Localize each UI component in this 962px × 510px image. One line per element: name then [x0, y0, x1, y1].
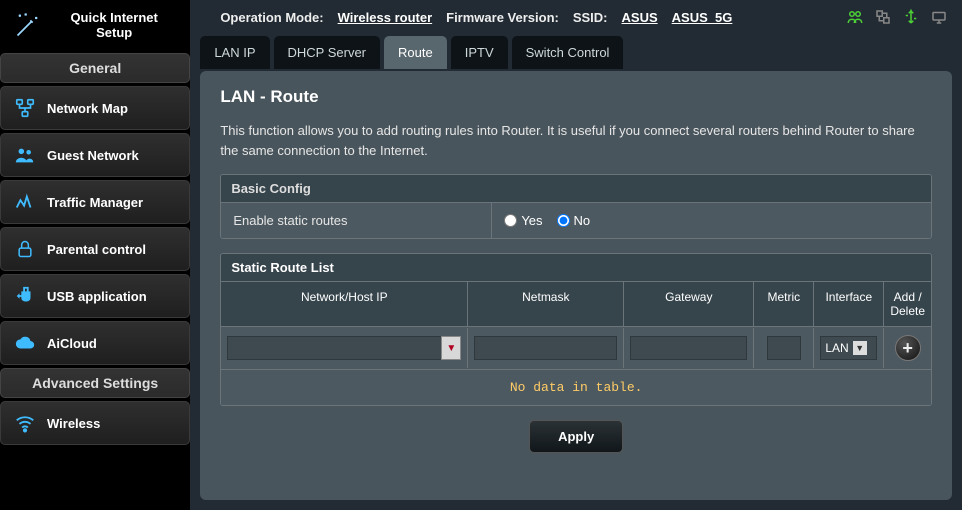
- parental-control-icon: [13, 237, 37, 261]
- enable-static-routes-no[interactable]: No: [557, 213, 591, 228]
- fw-version-label: Firmware Version:: [446, 10, 559, 25]
- netmask-input[interactable]: [474, 336, 617, 360]
- wand-icon: [14, 11, 42, 39]
- network-host-ip-input[interactable]: [227, 336, 441, 360]
- sidebar-item-label: Traffic Manager: [47, 195, 143, 210]
- static-route-header: Static Route List: [221, 254, 931, 281]
- network-host-ip-dropdown[interactable]: ▼: [441, 336, 461, 360]
- usb-status-icon[interactable]: [902, 8, 920, 26]
- page-title: LAN - Route: [220, 87, 932, 107]
- basic-config-header: Basic Config: [221, 175, 931, 202]
- ssid-1[interactable]: ASUS: [622, 10, 658, 25]
- col-network-host-ip: Network/Host IP: [221, 282, 468, 326]
- col-metric: Metric: [754, 282, 814, 326]
- apply-button[interactable]: Apply: [529, 420, 623, 453]
- col-netmask: Netmask: [468, 282, 624, 326]
- wan-status-icon[interactable]: [874, 8, 892, 26]
- sidebar-item-label: Wireless: [47, 416, 100, 431]
- col-add-delete: Add / Delete: [884, 282, 931, 326]
- chevron-down-icon: ▼: [853, 341, 867, 355]
- sidebar-item-label: AiCloud: [47, 336, 97, 351]
- sidebar-item-label: USB application: [47, 289, 147, 304]
- aicloud-icon: [13, 331, 37, 355]
- basic-config-section: Basic Config Enable static routes Yes No: [220, 174, 932, 239]
- col-interface: Interface: [814, 282, 884, 326]
- sidebar-section-general: General: [0, 53, 190, 83]
- sidebar-item-guest-network[interactable]: Guest Network: [0, 133, 190, 177]
- sidebar-item-parental-control[interactable]: Parental control: [0, 227, 190, 271]
- network-map-icon: [13, 96, 37, 120]
- guest-network-icon: [13, 143, 37, 167]
- quick-internet-setup[interactable]: Quick Internet Setup: [0, 0, 190, 50]
- sidebar-item-traffic-manager[interactable]: Traffic Manager: [0, 180, 190, 224]
- static-route-table: Static Route List Network/Host IP Netmas…: [220, 253, 932, 406]
- tab-lan-ip[interactable]: LAN IP: [200, 36, 269, 69]
- tabs: LAN IP DHCP Server Route IPTV Switch Con…: [190, 36, 962, 69]
- system-status-icon[interactable]: [930, 8, 948, 26]
- no-data-message: No data in table.: [221, 369, 931, 405]
- op-mode-value[interactable]: Wireless router: [338, 10, 433, 25]
- enable-static-routes-yes[interactable]: Yes: [504, 213, 542, 228]
- sidebar-section-advanced: Advanced Settings: [0, 368, 190, 398]
- ssid-label: SSID:: [573, 10, 608, 25]
- topbar: Operation Mode: Wireless router Firmware…: [190, 0, 962, 36]
- quick-setup-label: Quick Internet Setup: [52, 10, 176, 40]
- sidebar-item-label: Guest Network: [47, 148, 139, 163]
- enable-static-routes-label: Enable static routes: [221, 203, 491, 238]
- tab-iptv[interactable]: IPTV: [451, 36, 508, 69]
- gateway-input[interactable]: [630, 336, 747, 360]
- tab-switch-control[interactable]: Switch Control: [512, 36, 624, 69]
- interface-select[interactable]: LAN ▼: [820, 336, 877, 360]
- metric-input[interactable]: [767, 336, 801, 360]
- tab-route[interactable]: Route: [384, 36, 447, 69]
- sidebar-item-label: Network Map: [47, 101, 128, 116]
- radio-no[interactable]: [557, 214, 570, 227]
- page-description: This function allows you to add routing …: [220, 121, 932, 160]
- tab-dhcp-server[interactable]: DHCP Server: [274, 36, 381, 69]
- sidebar-item-wireless[interactable]: Wireless: [0, 401, 190, 445]
- sidebar-item-usb-application[interactable]: USB application: [0, 274, 190, 318]
- sidebar-item-label: Parental control: [47, 242, 146, 257]
- col-gateway: Gateway: [624, 282, 754, 326]
- sidebar-item-aicloud[interactable]: AiCloud: [0, 321, 190, 365]
- traffic-manager-icon: [13, 190, 37, 214]
- wireless-icon: [13, 411, 37, 435]
- clients-icon[interactable]: [846, 8, 864, 26]
- status-icons: [846, 8, 948, 26]
- radio-yes[interactable]: [504, 214, 517, 227]
- usb-application-icon: [13, 284, 37, 308]
- op-mode-label: Operation Mode:: [220, 10, 323, 25]
- sidebar-item-network-map[interactable]: Network Map: [0, 86, 190, 130]
- table-input-row: ▼ LAN ▼ +: [221, 326, 931, 369]
- ssid-2[interactable]: ASUS_5G: [672, 10, 733, 25]
- add-route-button[interactable]: +: [895, 335, 921, 361]
